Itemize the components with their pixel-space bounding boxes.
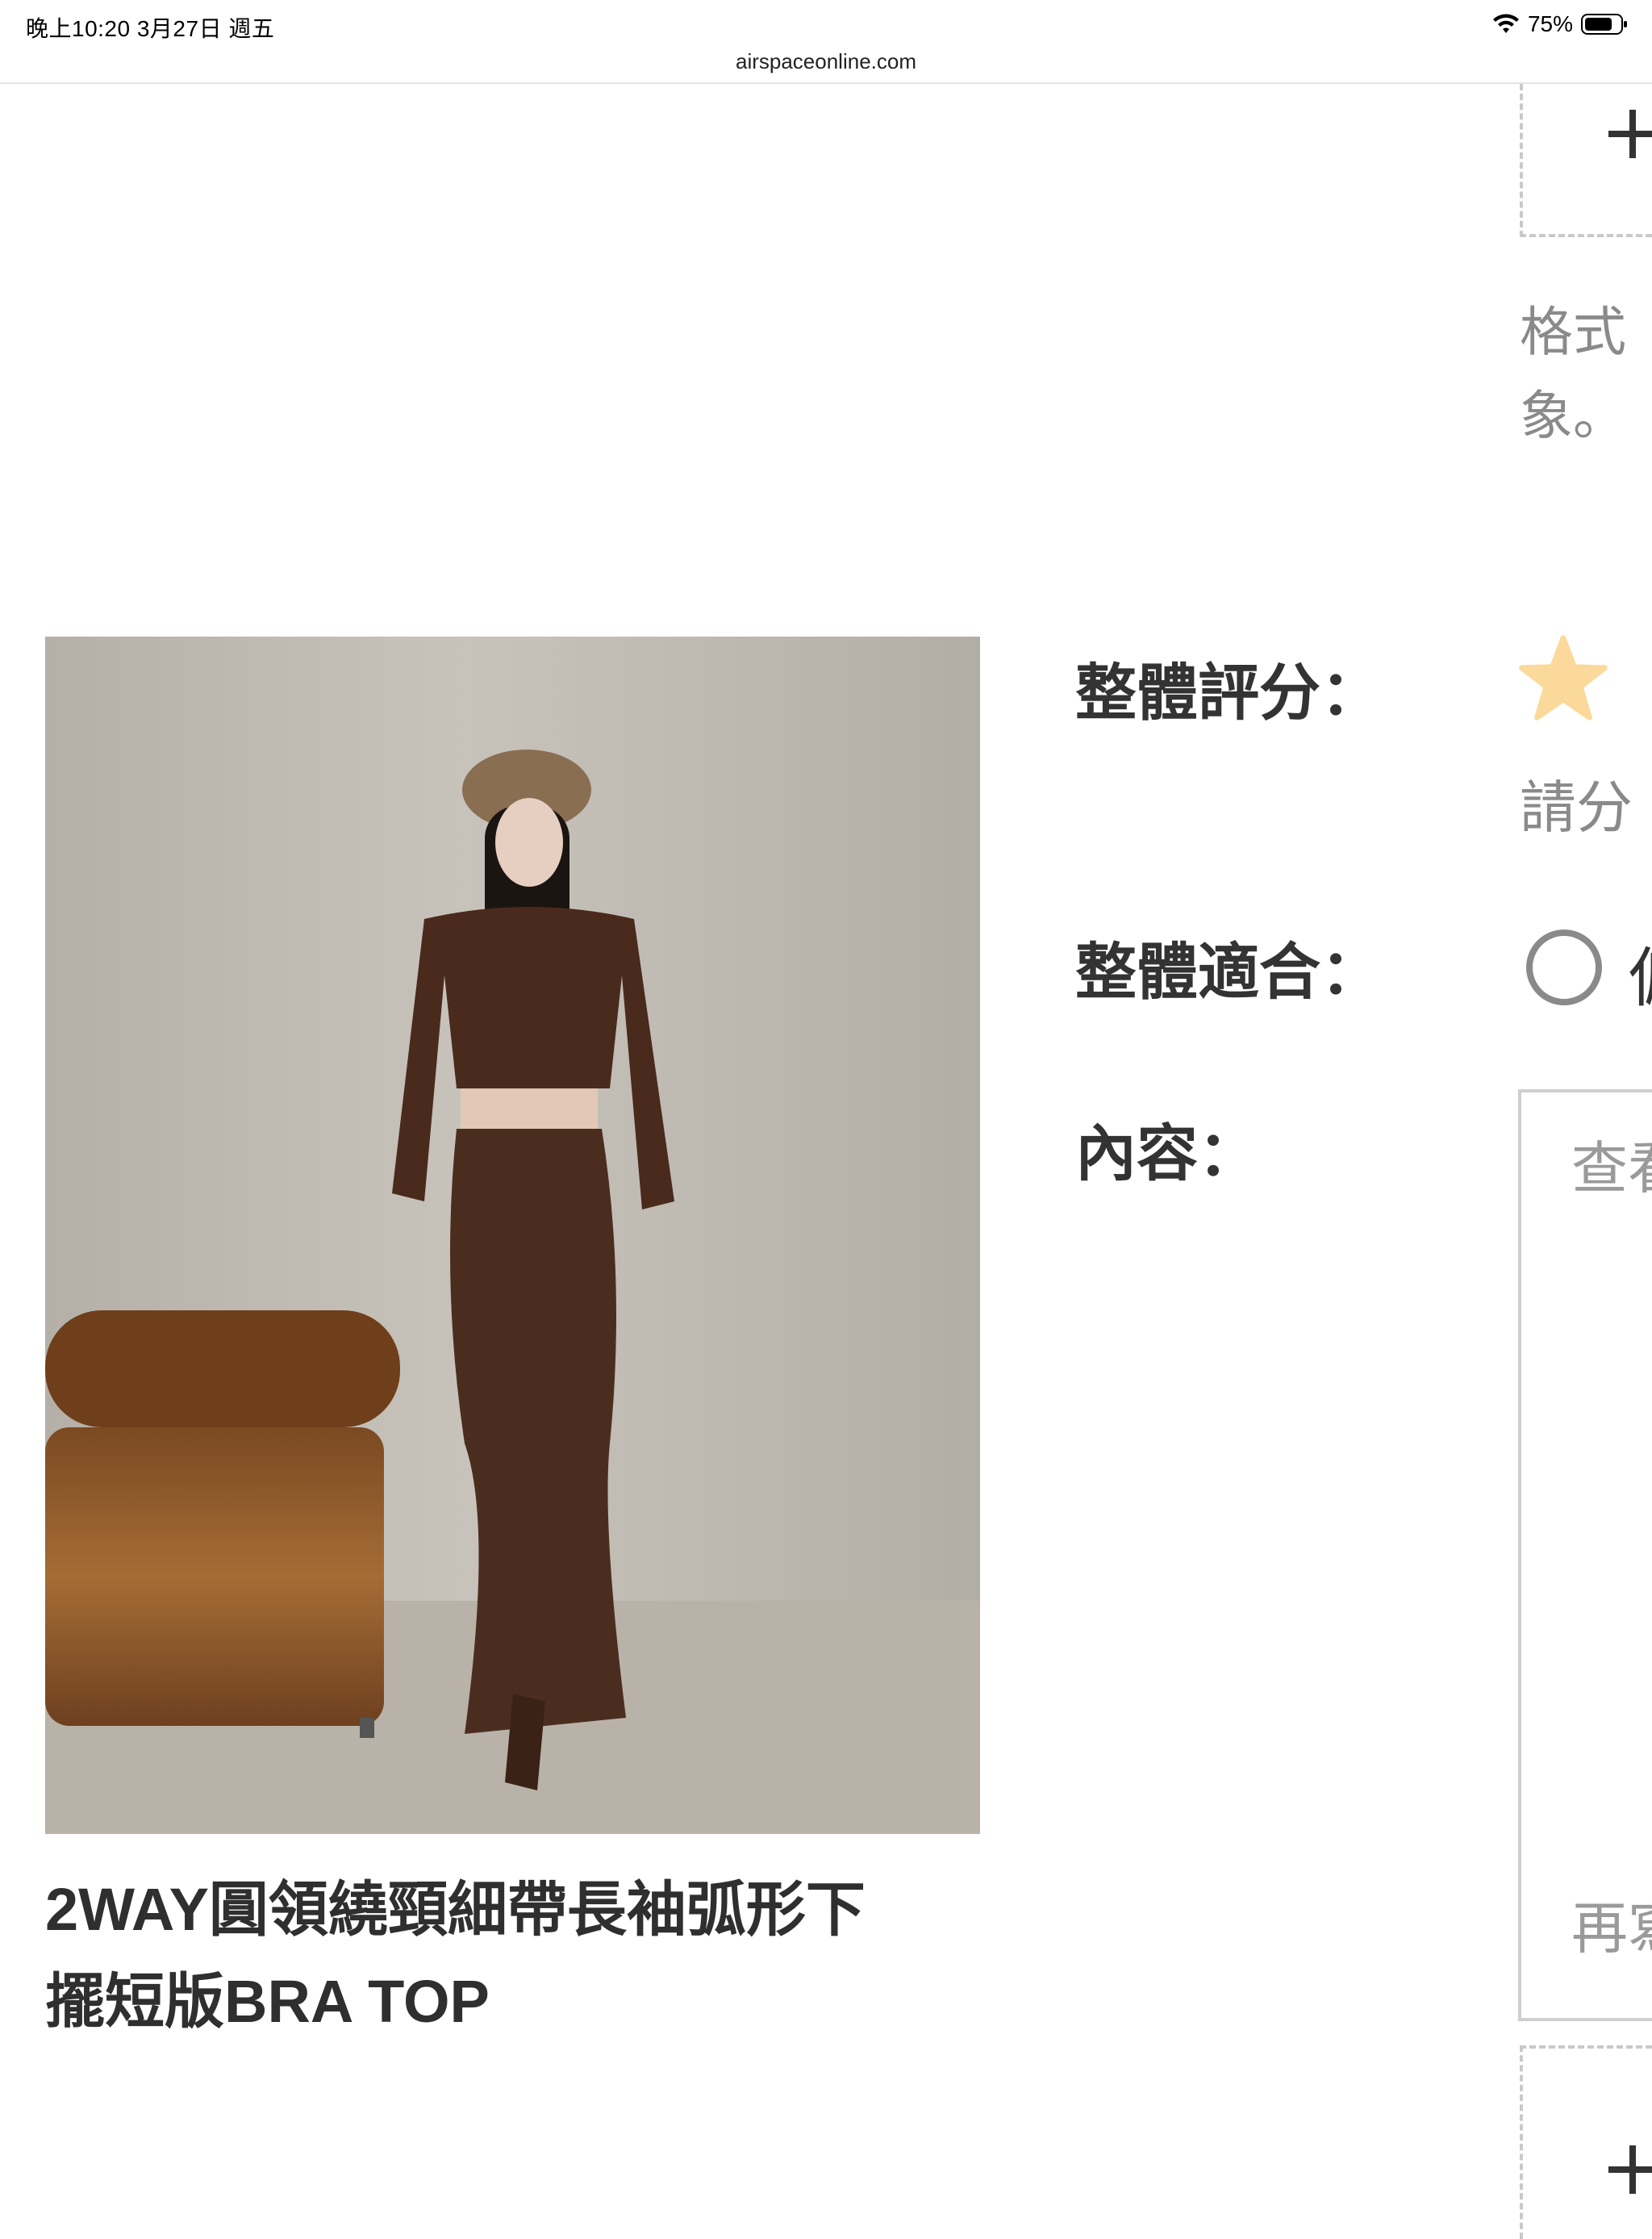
battery-icon [1581,14,1627,35]
status-bar: 晚上10:20 3月27日 週五 75% [0,0,1652,48]
fit-radio-button[interactable] [1526,929,1602,1005]
battery-percentage: 75% [1527,11,1573,36]
product-title: 2WAY圓領繞頸細帶長袖弧形下 擺短版BRA TOP [45,1876,866,2035]
star-icon[interactable] [1518,633,1608,722]
status-time: 晚上10:20 3月27日 週五 [26,16,275,41]
content-textarea[interactable]: 查看 再寫 [1518,1089,1652,2021]
textarea-placeholder: 查看 [1571,1135,1652,1201]
photo-upload-box[interactable] [1520,84,1652,237]
photo-upload-box-bottom[interactable] [1520,2045,1652,2239]
status-indicators: 75% [1492,10,1628,39]
fit-option-label[interactable]: 偏 [1628,926,1652,1020]
product-photo-illustration [45,637,980,1834]
product-image [45,637,980,1834]
fit-label: 整體適合： [1075,936,1382,1008]
rating-label: 整體評分： [1075,657,1382,729]
url-text[interactable]: airspaceonline.com [736,47,916,76]
upload-format-note: 格式 象。 [1520,301,1626,447]
plus-icon [1608,110,1652,158]
wifi-icon [1492,14,1519,33]
textarea-footer-hint: 再寫 [1571,1895,1652,1961]
plus-icon [1608,2145,1652,2194]
address-bar[interactable]: airspaceonline.com [0,47,1652,84]
content-label: 內容： [1075,1117,1259,1189]
rating-hint: 請分 [1520,775,1633,841]
